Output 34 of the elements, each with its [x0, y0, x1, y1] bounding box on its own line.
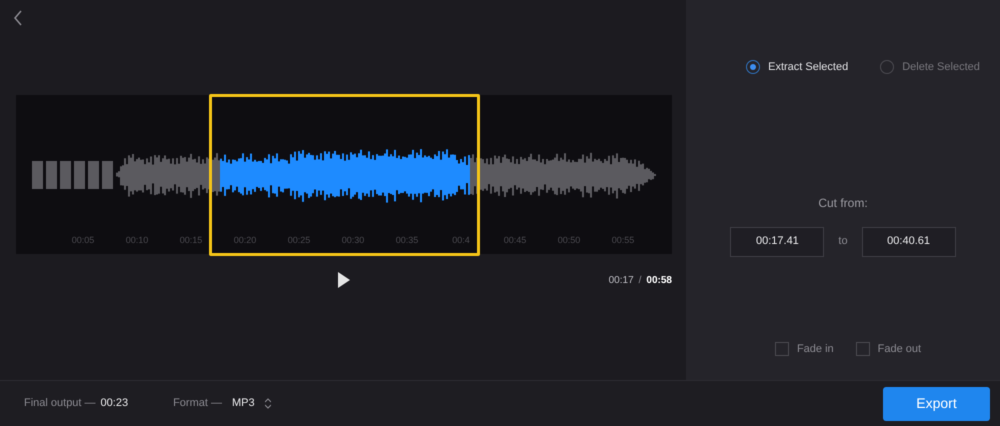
tick-label: 00:10 — [124, 234, 150, 247]
final-output-label: Final output — — [24, 396, 96, 412]
tick-label: 00:25 — [286, 234, 312, 247]
checkbox[interactable] — [774, 342, 789, 356]
final-output-value: 00:23 — [100, 396, 128, 412]
tick-label: 00:55 — [610, 234, 636, 247]
tick-label: 00:50 — [556, 234, 582, 247]
time-separator: / — [638, 274, 642, 288]
format-select[interactable]: MP3 — [232, 395, 271, 412]
start-time-field[interactable]: 00:17.41 — [730, 226, 824, 256]
selection-frame[interactable] — [209, 94, 480, 256]
tick-label: 00:35 — [394, 234, 420, 247]
tick-label: 00:4 — [451, 234, 471, 247]
play-icon[interactable] — [336, 270, 352, 290]
up-down-icon — [264, 398, 271, 409]
checkbox-label[interactable]: Fade in — [796, 340, 834, 357]
checkbox-label[interactable]: Fade out — [878, 340, 922, 357]
checkbox[interactable] — [856, 342, 870, 356]
tick-label: 00:15 — [178, 234, 204, 247]
tick-label: 00:20 — [232, 234, 258, 247]
radio-label[interactable]: Extract Selected — [768, 59, 848, 76]
format-label: Format — — [173, 396, 222, 412]
tick-label: 00:45 — [502, 234, 528, 247]
total-time: 00:58 — [646, 274, 672, 288]
tick-label: 00:30 — [340, 234, 366, 247]
cut-from-label: Cut from: — [818, 194, 868, 212]
radio-button[interactable] — [746, 60, 760, 74]
back-icon[interactable] — [13, 10, 23, 26]
radio-button[interactable] — [880, 60, 894, 74]
end-time-field[interactable]: 00:40.61 — [862, 226, 956, 256]
to-label: to — [838, 234, 848, 250]
tick-label: 00:05 — [70, 234, 96, 247]
current-time: 00:17 — [608, 274, 634, 288]
export-button[interactable]: Export — [883, 386, 990, 420]
